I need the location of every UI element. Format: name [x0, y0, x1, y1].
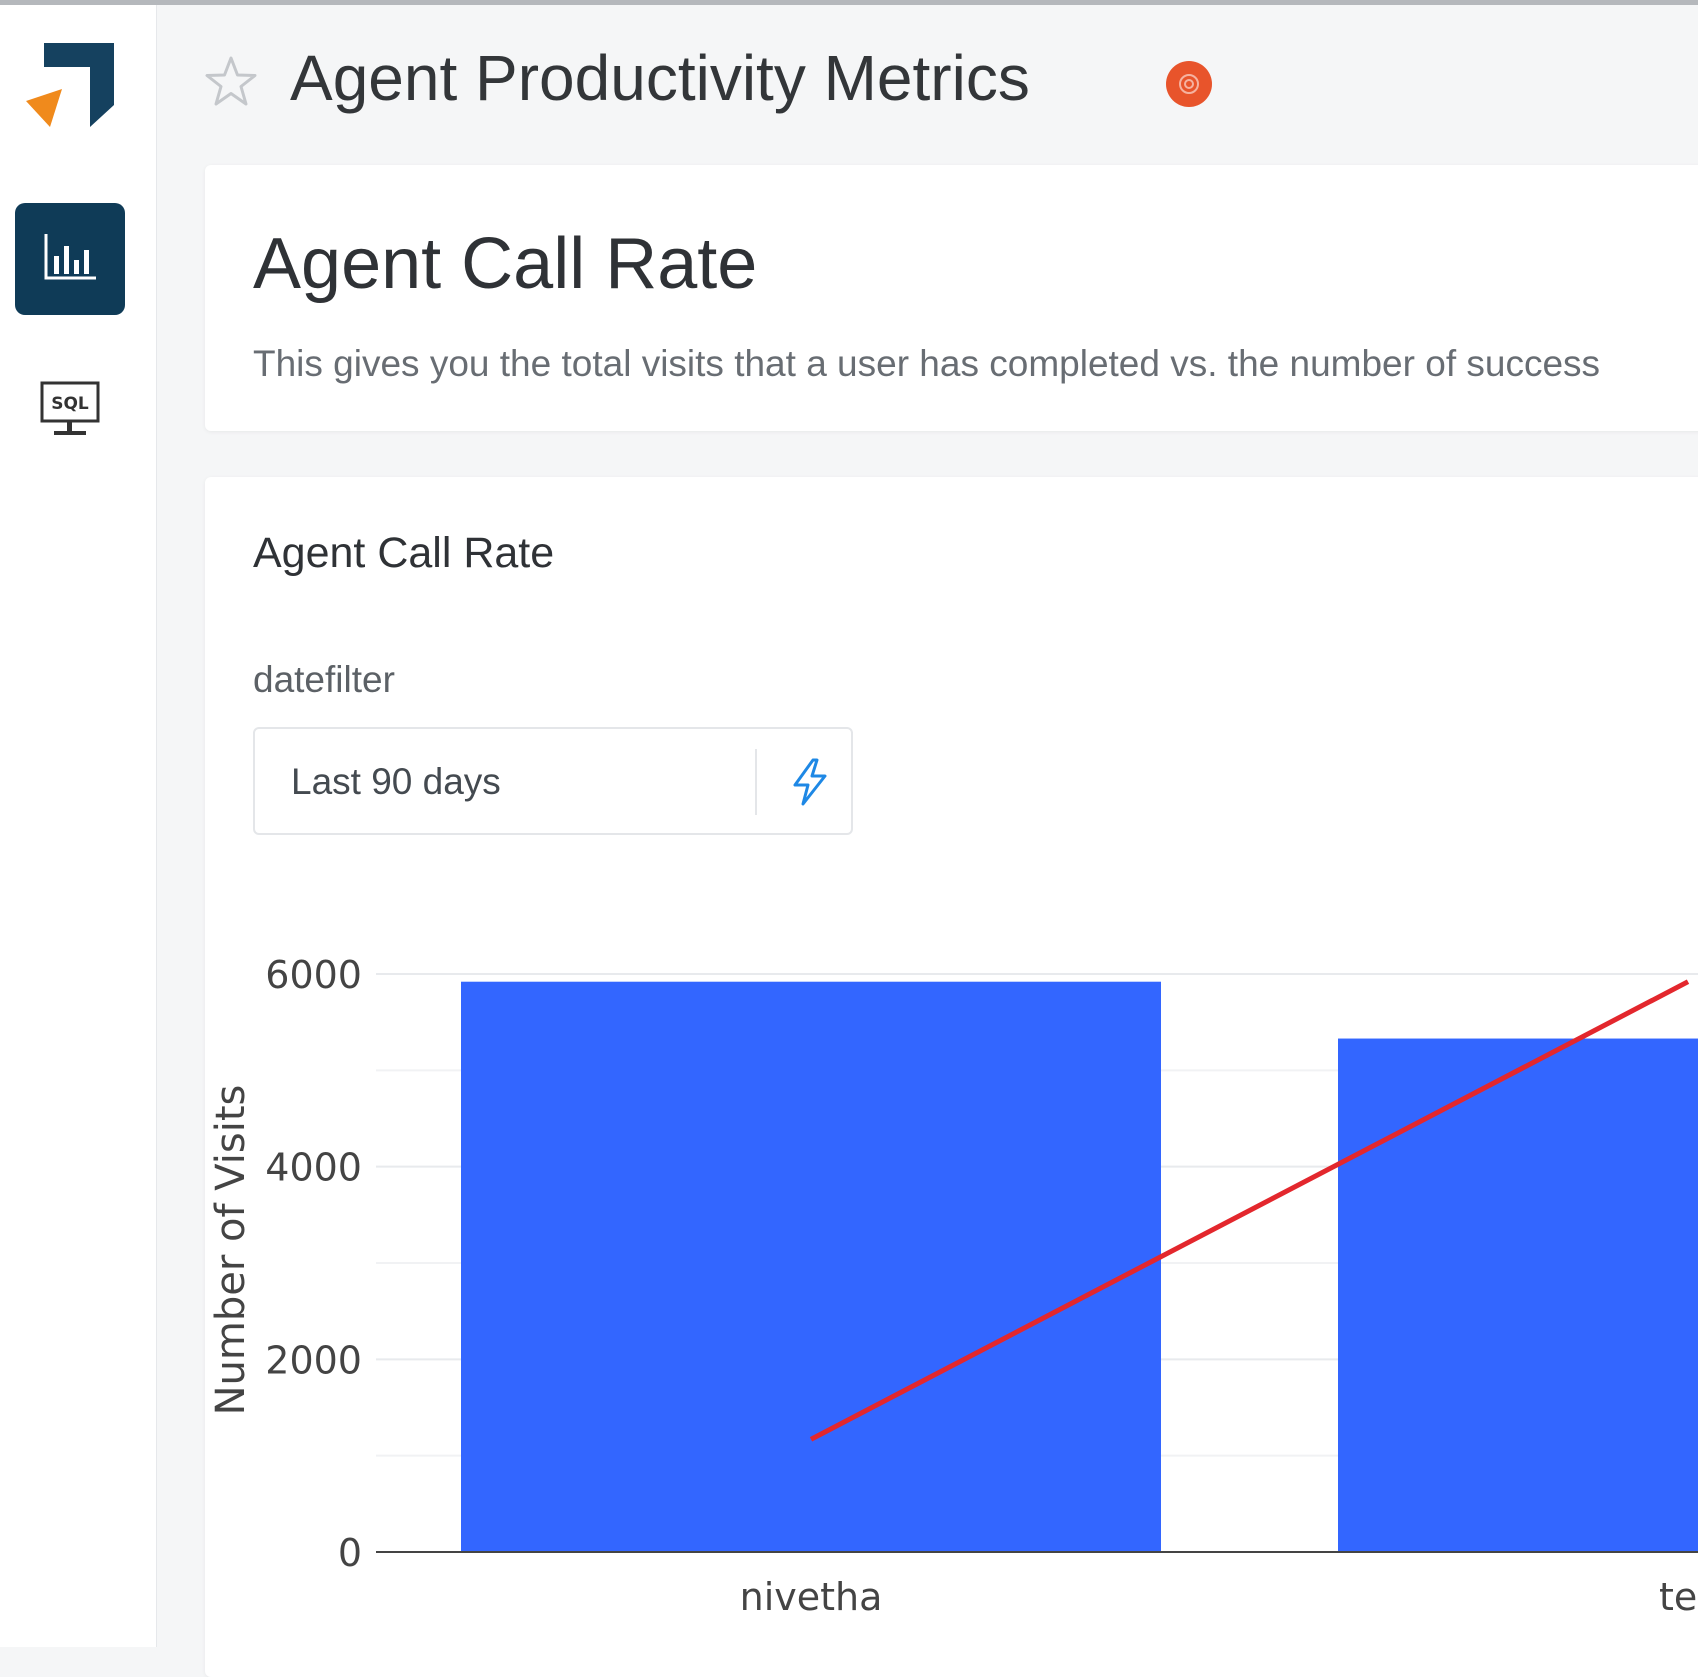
y-tick-label: 0: [338, 1531, 362, 1575]
widget-title: Agent Call Rate: [253, 529, 555, 577]
y-tick-labels: 0 2000 4000 6000: [265, 953, 362, 1575]
bar-chart-icon: [42, 232, 98, 287]
x-tick-label: nivetha: [740, 1575, 883, 1619]
y-tick-label: 6000: [265, 953, 362, 997]
dashboard-title: Agent Call Rate: [253, 224, 758, 304]
star-outline-icon[interactable]: [204, 55, 258, 109]
dashboard-description: This gives you the total visits that a u…: [253, 343, 1601, 384]
date-filter-select[interactable]: Last 90 days: [253, 727, 853, 835]
bar-series: [461, 981, 1698, 1552]
lightning-bolt-icon[interactable]: [785, 757, 835, 807]
x-tick-label: tes: [1659, 1575, 1698, 1619]
page-title: Agent Productivity Metrics: [290, 42, 1030, 114]
y-axis-label: Number of Visits: [208, 1085, 254, 1416]
page-header: Agent Productivity Metrics: [156, 5, 1698, 165]
status-badge-icon: [1166, 61, 1212, 107]
app-logo-icon[interactable]: [26, 43, 118, 135]
agent-call-rate-chart: Number of Visits 0 2000 4000 6000 nivetha te…: [208, 953, 1698, 1619]
bar-nivetha[interactable]: [461, 981, 1161, 1552]
sql-monitor-icon: SQL: [40, 381, 100, 442]
x-tick-labels: nivetha tes: [740, 1575, 1698, 1619]
dashboard-info-card: Agent Call Rate This gives you the total…: [205, 165, 1698, 431]
svg-text:SQL: SQL: [51, 394, 89, 414]
sidebar-item-charts[interactable]: [15, 203, 125, 315]
bar-tes[interactable]: [1338, 1038, 1698, 1552]
y-tick-label: 4000: [265, 1146, 362, 1190]
sidebar-item-sql[interactable]: SQL: [15, 355, 125, 467]
filter-label: datefilter: [253, 659, 395, 700]
sidebar: SQL: [0, 5, 157, 1647]
y-tick-label: 2000: [265, 1338, 362, 1382]
date-filter-value: Last 90 days: [291, 761, 501, 802]
filter-divider: [755, 749, 757, 815]
